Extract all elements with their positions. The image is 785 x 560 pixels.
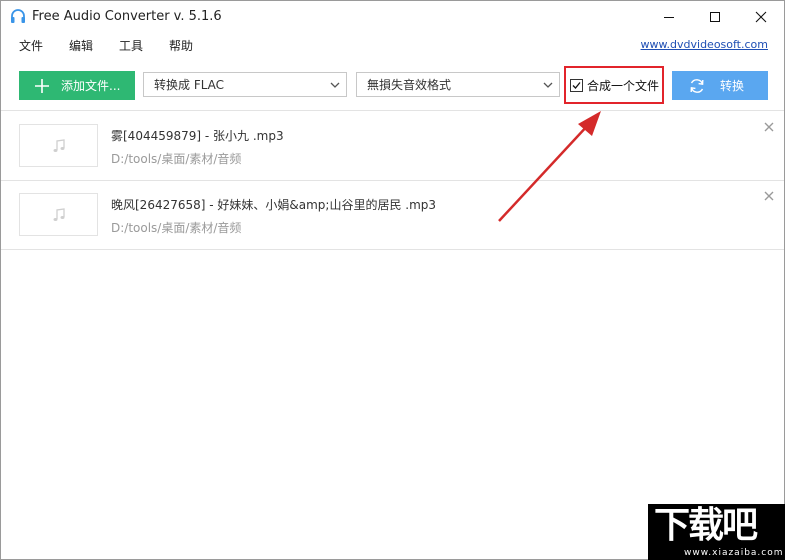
annotation-arrow [498,111,601,222]
watermark-url: www.xiazaiba.com [684,548,784,558]
watermark-logo: 下载吧 www.xiazaiba.com [648,504,785,560]
watermark-logo-text: 下载吧 [654,505,758,546]
app-window: Free Audio Converter v. 5.1.6 文件 编辑 工具 帮… [0,0,785,560]
